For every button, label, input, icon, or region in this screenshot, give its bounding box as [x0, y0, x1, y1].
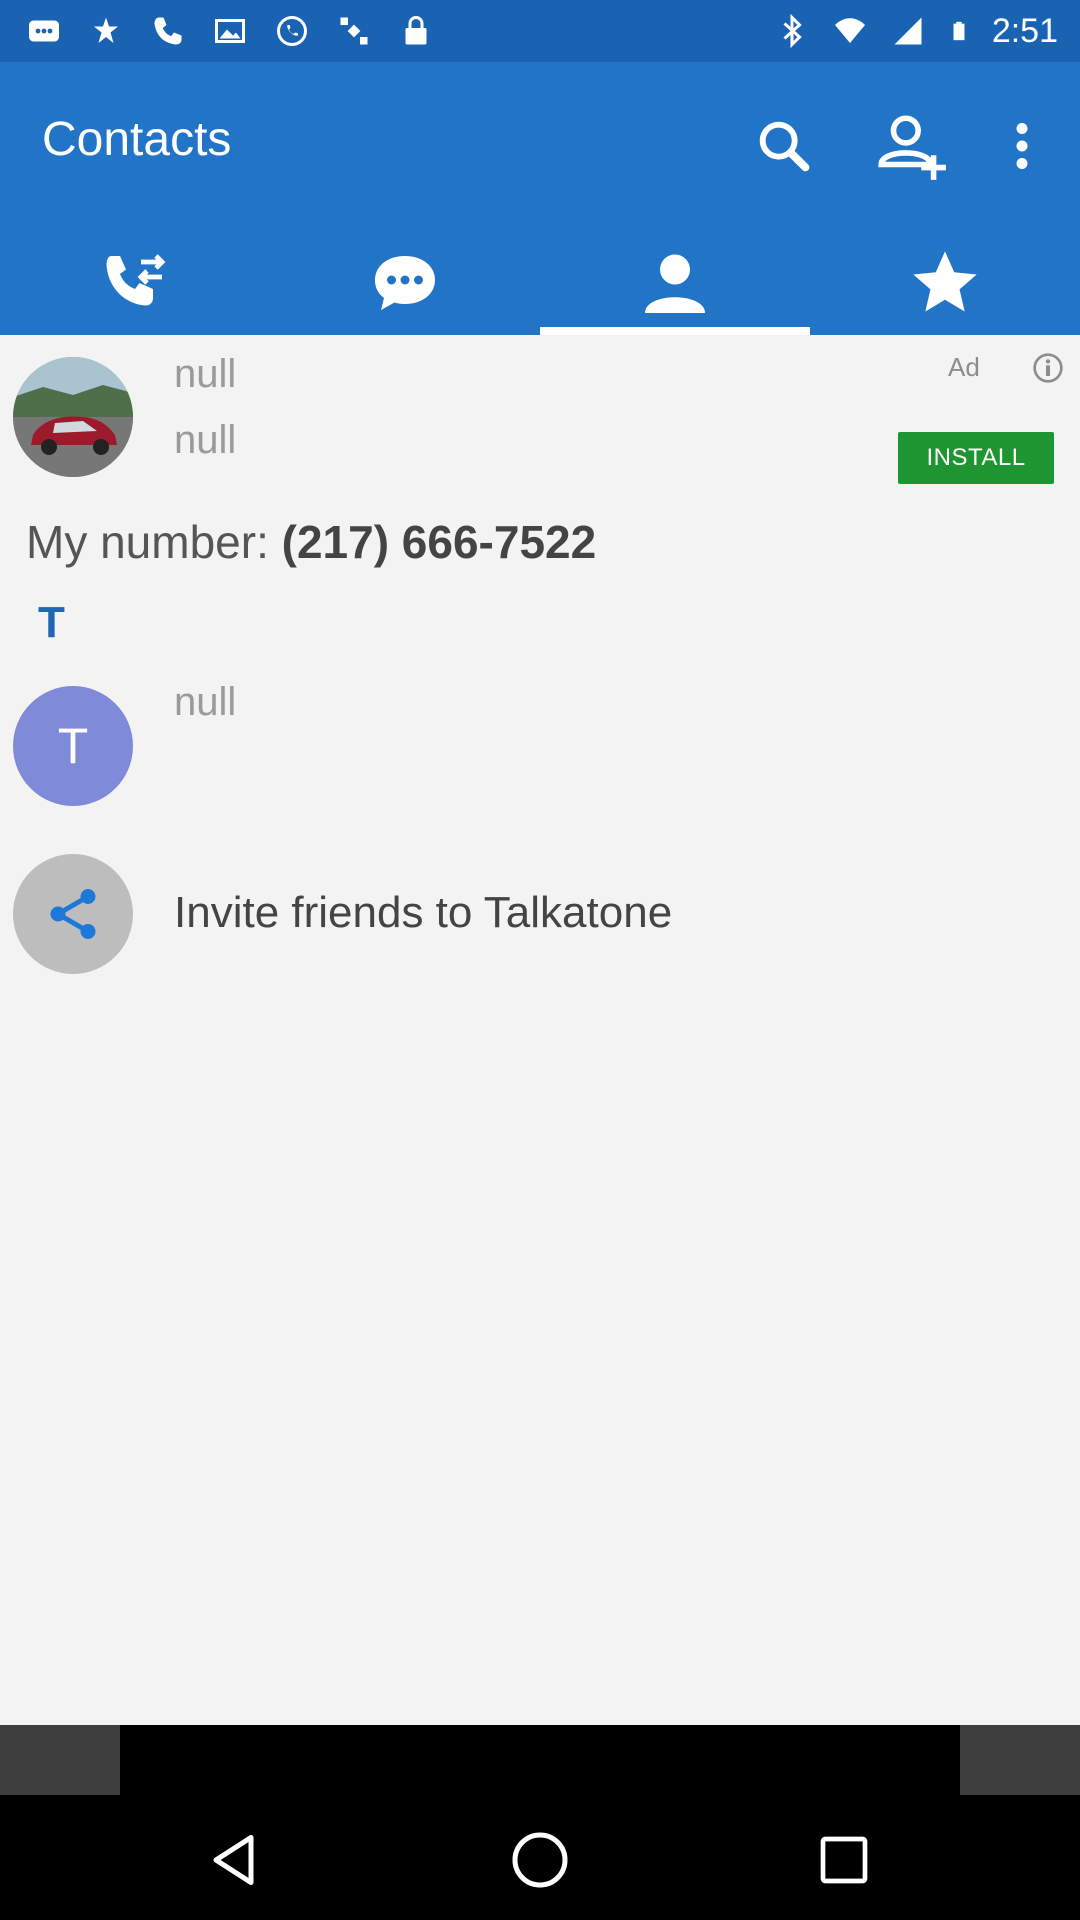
person-icon	[645, 254, 705, 313]
search-button[interactable]	[740, 102, 828, 190]
navigation-bar	[0, 1795, 1080, 1920]
ad-image[interactable]	[13, 357, 133, 477]
phone-icon	[154, 17, 182, 45]
section-header: T	[38, 598, 65, 647]
app-bar: Contacts	[0, 62, 1080, 335]
lock-icon	[405, 16, 427, 45]
ad-label: Ad	[948, 352, 980, 382]
invite-friends-label[interactable]: Invite friends to Talkatone	[174, 888, 672, 938]
invite-avatar[interactable]	[13, 854, 133, 974]
messenger-icon	[29, 20, 59, 42]
tab-favorites[interactable]	[810, 230, 1080, 335]
ad-subtitle: null	[174, 418, 237, 462]
star-icon	[913, 250, 977, 311]
my-number-label: My number:	[26, 516, 282, 568]
recents-icon	[820, 1836, 868, 1884]
clock: 2:51	[991, 11, 1058, 50]
tab-contacts[interactable]	[540, 230, 810, 335]
ad-title: null	[174, 352, 237, 396]
strip-right	[960, 1725, 1080, 1795]
page-title: Contacts	[42, 113, 232, 166]
whatsapp-icon	[277, 16, 307, 46]
more-vert-icon	[1016, 123, 1028, 169]
tab-calls[interactable]	[0, 230, 270, 335]
image-icon	[215, 19, 245, 43]
phone-swap-icon	[106, 253, 166, 305]
home-icon	[512, 1832, 568, 1888]
my-number-value: (217) 666-7522	[281, 516, 597, 568]
add-contact-icon	[878, 115, 946, 180]
bottom-strip	[0, 1725, 1080, 1795]
status-bar: 2:51	[0, 0, 1080, 62]
install-button[interactable]: INSTALL	[898, 432, 1054, 484]
add-contact-button[interactable]	[868, 102, 956, 190]
share-icon	[50, 889, 96, 939]
info-icon[interactable]	[1032, 352, 1064, 384]
signal-icon	[894, 17, 922, 45]
contact-name[interactable]: null	[174, 680, 236, 725]
satellite-icon	[340, 17, 368, 45]
home-button[interactable]	[495, 1815, 585, 1905]
search-icon	[759, 121, 810, 172]
strip-left	[0, 1725, 120, 1795]
car-photo	[13, 357, 133, 477]
wifi-icon	[834, 18, 865, 43]
back-button[interactable]	[191, 1815, 281, 1905]
system-icons: 2:51	[774, 8, 1058, 54]
back-icon	[213, 1835, 254, 1885]
my-number: My number: (217) 666-7522	[26, 515, 596, 569]
notification-icons	[26, 12, 434, 50]
contact-avatar[interactable]: T	[13, 686, 133, 806]
selected-tab-indicator	[540, 327, 810, 335]
chat-icon	[375, 255, 435, 310]
tab-messages[interactable]	[270, 230, 540, 335]
recents-button[interactable]	[799, 1815, 889, 1905]
more-options-button[interactable]	[978, 102, 1066, 190]
battery-icon	[953, 21, 965, 41]
bluetooth-icon	[783, 13, 802, 49]
flower-icon	[94, 17, 118, 43]
